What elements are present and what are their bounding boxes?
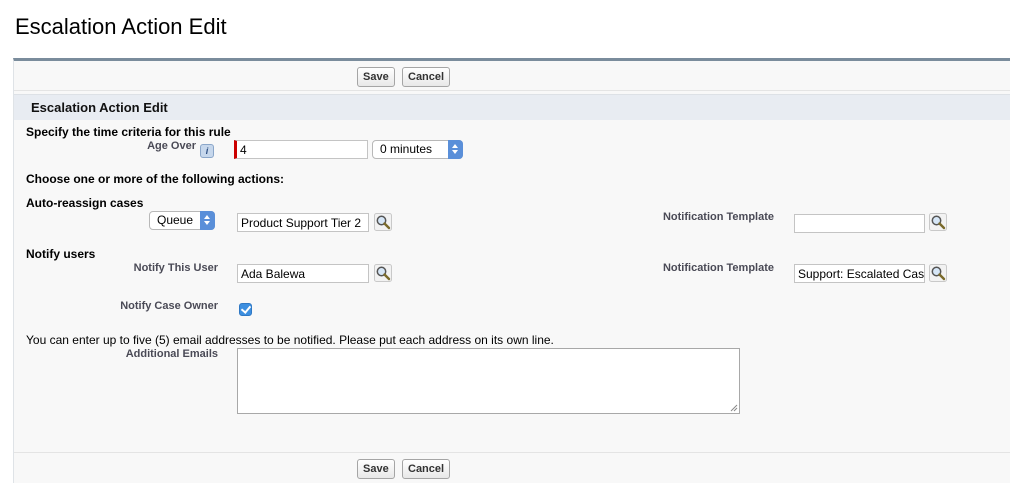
save-button-bottom[interactable]: Save <box>357 459 395 479</box>
page-title: Escalation Action Edit <box>15 14 227 39</box>
magnifier-lookup-icon[interactable] <box>374 213 392 231</box>
magnifier-lookup-icon[interactable] <box>374 264 392 282</box>
notify-case-owner-checkbox[interactable] <box>239 303 252 316</box>
age-over-label: Age Over <box>147 140 196 152</box>
chevron-updown-icon <box>200 211 215 230</box>
cancel-button-bottom[interactable]: Cancel <box>402 459 451 479</box>
auto-reassign-heading: Auto-reassign cases <box>26 196 144 210</box>
notify-user-input[interactable]: Ada Balewa <box>237 264 369 283</box>
section-title: Escalation Action Edit <box>31 100 168 115</box>
actions-heading: Choose one or more of the following acti… <box>26 172 285 186</box>
reassign-template-input[interactable] <box>794 214 925 233</box>
minutes-select-value: 0 minutes <box>380 142 433 156</box>
section-header: Escalation Action Edit <box>14 94 1010 120</box>
owner-type-select[interactable]: Queue <box>149 211 215 230</box>
notify-template-label: Notification Template <box>662 262 774 274</box>
age-over-input[interactable]: 4 <box>234 140 368 159</box>
additional-emails-label: Additional Emails <box>125 348 218 360</box>
time-criteria-heading: Specify the time criteria for this rule <box>26 125 231 139</box>
reassign-template-label: Notification Template <box>662 211 774 223</box>
top-button-row: Save Cancel <box>14 61 1010 91</box>
magnifier-lookup-icon[interactable] <box>929 264 947 282</box>
owner-lookup-input[interactable]: Product Support Tier 2 <box>237 213 369 232</box>
magnifier-lookup-icon[interactable] <box>929 213 947 231</box>
edit-panel: Save Cancel Escalation Action Edit Speci… <box>13 58 1010 483</box>
minutes-select[interactable]: 0 minutes <box>372 140 463 159</box>
chevron-updown-icon <box>448 140 463 159</box>
additional-emails-textarea[interactable] <box>237 348 740 414</box>
cancel-button-top[interactable]: Cancel <box>402 67 451 87</box>
resize-grip-icon[interactable] <box>730 404 738 412</box>
notify-case-owner-label: Notify Case Owner <box>120 300 218 312</box>
notify-users-heading: Notify users <box>26 247 96 261</box>
bottom-button-row: Save Cancel <box>14 452 1010 483</box>
owner-type-value: Queue <box>157 213 194 227</box>
info-icon[interactable]: i <box>200 144 214 158</box>
emails-instructions: You can enter up to five (5) email addre… <box>26 333 554 347</box>
notify-template-input[interactable]: Support: Escalated Case <box>794 264 925 283</box>
notify-user-label: Notify This User <box>133 262 218 274</box>
save-button-top[interactable]: Save <box>357 67 395 87</box>
